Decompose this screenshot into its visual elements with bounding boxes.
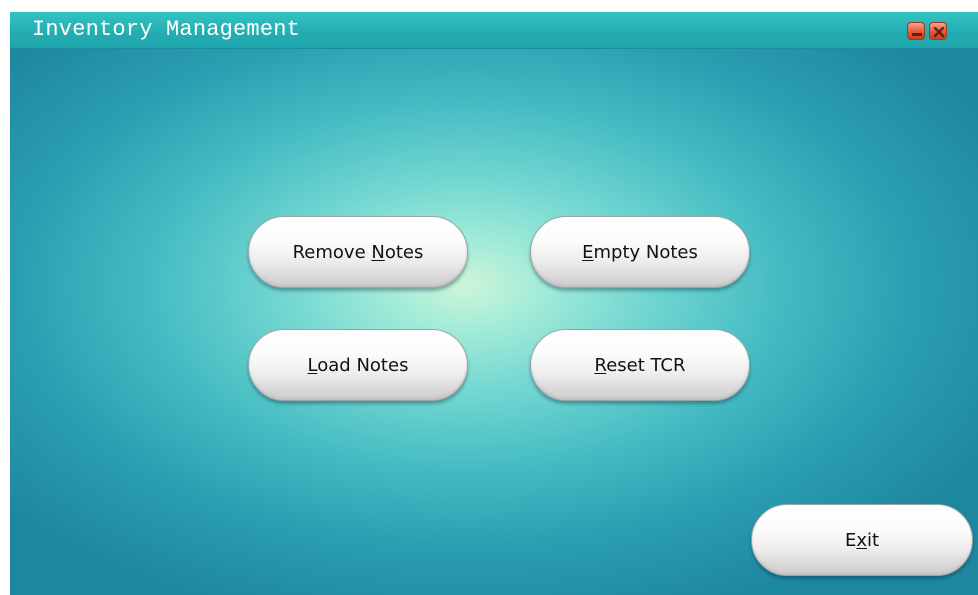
minimize-icon bbox=[912, 33, 922, 36]
remove-notes-label: Remove Notes bbox=[292, 241, 424, 263]
empty-notes-button[interactable]: Empty Notes bbox=[530, 216, 750, 288]
close-icon bbox=[933, 26, 945, 38]
reset-tcr-label: Reset TCR bbox=[594, 354, 686, 376]
exit-button[interactable]: Exit bbox=[751, 504, 973, 576]
inventory-management-window: Inventory Management Remove Notes Empty … bbox=[10, 12, 978, 595]
accelerator-key: N bbox=[371, 241, 385, 263]
reset-tcr-button[interactable]: Reset TCR bbox=[530, 329, 750, 401]
accelerator-key: L bbox=[307, 354, 318, 376]
remove-notes-button[interactable]: Remove Notes bbox=[248, 216, 468, 288]
title-bar[interactable]: Inventory Management bbox=[10, 12, 978, 49]
accelerator-key: x bbox=[856, 529, 867, 551]
accelerator-key: R bbox=[594, 354, 607, 376]
close-button[interactable] bbox=[929, 22, 947, 40]
exit-label: Exit bbox=[844, 529, 880, 551]
accelerator-key: E bbox=[582, 241, 594, 263]
empty-notes-label: Empty Notes bbox=[582, 241, 698, 263]
window-title: Inventory Management bbox=[32, 17, 301, 42]
minimize-button[interactable] bbox=[907, 22, 925, 40]
load-notes-button[interactable]: Load Notes bbox=[248, 329, 468, 401]
load-notes-label: Load Notes bbox=[307, 354, 409, 376]
